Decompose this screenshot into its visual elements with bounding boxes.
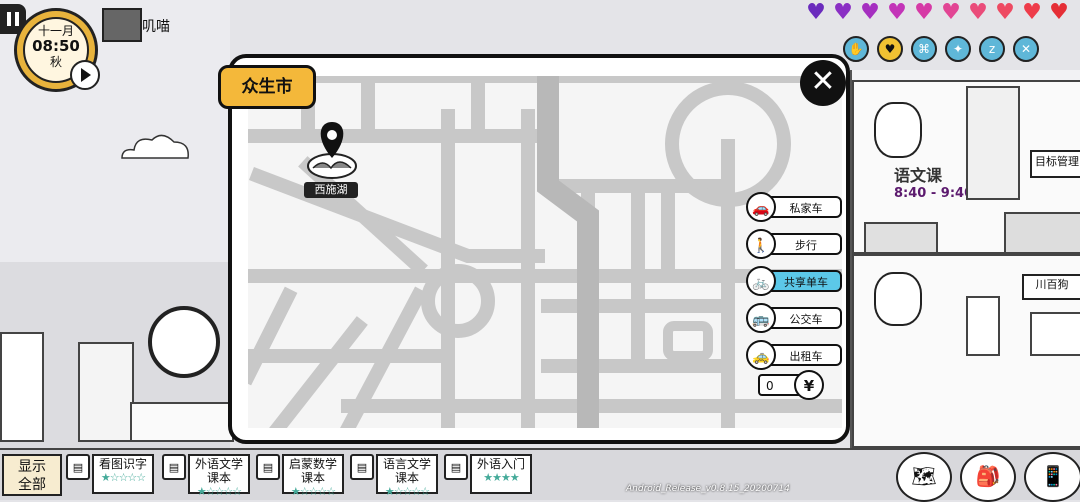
bed — [1004, 212, 1080, 254]
bike-icon: 🚲 — [746, 266, 776, 296]
hearts-bar: ♥ ♥ ♥ ♥ ♥ ♥ ♥ ♥ ♥ ♥ — [803, 0, 1072, 25]
player-name: 叽喵 — [142, 19, 170, 35]
heart-icon: ♥ — [860, 0, 880, 25]
book-card: 语言文学 课本 ★☆☆☆☆ — [376, 454, 438, 498]
map-icon: 🗺 — [911, 464, 937, 488]
yen-icon: ¥ — [794, 370, 824, 400]
wall-frame — [1030, 312, 1080, 356]
walk-icon: 🚶 — [746, 229, 776, 259]
cabinet — [0, 332, 44, 442]
heart-icon: ♥ — [941, 0, 961, 25]
city-name-tag: 众生市 — [218, 65, 316, 109]
round-window — [148, 306, 220, 378]
book-title: 外语入门 — [476, 457, 525, 471]
map-pin-icon[interactable] — [305, 118, 359, 180]
heart-icon: ♥ — [806, 0, 826, 25]
book-title: 看图识字 — [98, 457, 147, 471]
money-display: 0 ¥ — [758, 370, 824, 400]
book-stars: ★☆☆☆☆ — [100, 471, 146, 484]
book-card: 外语文学 课本 ★☆☆☆☆ — [188, 454, 250, 498]
status-icons: ✋ ♥ ⌘ ✦ z ✕ — [843, 36, 1039, 62]
play-speed-button[interactable] — [70, 60, 100, 90]
background-right: 语文课 8:40 - 9:40 目标管理 川百狗 — [850, 70, 1080, 450]
book-card: 看图识字 ★☆☆☆☆ — [92, 454, 154, 494]
book-title: 语言文学 课本 — [382, 457, 431, 485]
book-item[interactable]: ▤ 启蒙数学 课本 ★☆☆☆☆ — [256, 454, 344, 498]
car-icon: 🚗 — [746, 192, 776, 222]
play-icon — [81, 68, 91, 82]
heart-icon: ♥ — [995, 0, 1015, 25]
bus-icon: 🚌 — [746, 303, 776, 333]
phone-button[interactable]: 📱 — [1024, 452, 1080, 502]
sleep-icon[interactable]: z — [979, 36, 1005, 62]
book-item[interactable]: ▤ 语言文学 课本 ★☆☆☆☆ — [350, 454, 438, 498]
desks — [864, 222, 938, 254]
book-icon: ▤ — [444, 454, 468, 480]
transport-option[interactable]: 🚗 私家车 — [746, 192, 842, 222]
wall-scroll — [966, 296, 1000, 356]
transport-label: 共享单车 — [770, 270, 842, 292]
transport-label: 步行 — [770, 233, 842, 255]
book-stars: ★☆☆☆☆ — [290, 485, 336, 498]
lantern-2 — [874, 272, 922, 326]
transport-option[interactable]: 🚲 共享单车 — [746, 266, 842, 296]
phone-icon: 📱 — [1040, 464, 1066, 488]
book-icon: ▤ — [162, 454, 186, 480]
book-item[interactable]: ▤ 外语入门 ★★★★ — [444, 454, 532, 494]
book-card: 外语入门 ★★★★ — [470, 454, 532, 494]
avatar[interactable] — [102, 8, 142, 42]
class-name: 语文课 — [894, 166, 943, 185]
transport-label: 私家车 — [770, 196, 842, 218]
taxi-icon: 🚕 — [746, 340, 776, 370]
clock-time: 08:50 — [32, 37, 80, 55]
book-item[interactable]: ▤ 看图识字 ★☆☆☆☆ — [66, 454, 154, 494]
book-stars: ★★★★ — [483, 471, 519, 484]
book-icon: ▤ — [256, 454, 280, 480]
book-icon: ▤ — [66, 454, 90, 480]
backpack-icon: 🎒 — [975, 464, 1001, 488]
book-item[interactable]: ▤ 外语文学 课本 ★☆☆☆☆ — [162, 454, 250, 498]
utensils-icon[interactable]: ✕ — [1013, 36, 1039, 62]
map-button[interactable]: 🗺 — [896, 452, 952, 502]
curtain-window — [966, 86, 1020, 200]
heart-icon: ♥ — [1022, 0, 1042, 25]
book-stars: ★☆☆☆☆ — [384, 485, 430, 498]
handshake-icon[interactable]: ✋ — [843, 36, 869, 62]
transport-label: 公交车 — [770, 307, 842, 329]
cloud-icon — [121, 134, 189, 159]
lantern — [874, 102, 922, 158]
kitchen-counter — [130, 402, 234, 442]
heart-icon: ♥ — [887, 0, 907, 25]
shop-sign: 川百狗 — [1022, 274, 1080, 300]
heart-icon: ♥ — [833, 0, 853, 25]
book-title: 启蒙数学 课本 — [288, 457, 337, 485]
transport-label: 出租车 — [770, 344, 842, 366]
show-all-button[interactable]: 显示 全部 — [2, 454, 62, 496]
book-card: 启蒙数学 课本 ★☆☆☆☆ — [282, 454, 344, 498]
class-time: 8:40 - 9:40 — [894, 186, 974, 201]
book-title: 外语文学 课本 — [194, 457, 243, 485]
sparkle-icon[interactable]: ✦ — [945, 36, 971, 62]
clock-month: 十一月 — [37, 24, 74, 38]
version-label: Android_Release_v0.8.15_20200714 — [626, 484, 790, 494]
close-button[interactable]: ✕ — [800, 60, 846, 106]
book-stars: ★☆☆☆☆ — [196, 485, 242, 498]
book-icon: ▤ — [350, 454, 374, 480]
gamepad-icon[interactable]: ⌘ — [911, 36, 937, 62]
transport-option[interactable]: 🚶 步行 — [746, 229, 842, 259]
transport-option[interactable]: 🚕 出租车 — [746, 340, 842, 370]
heart-icon[interactable]: ♥ — [877, 36, 903, 62]
backpack-button[interactable]: 🎒 — [960, 452, 1016, 502]
room-left — [0, 262, 234, 448]
heart-icon: ♥ — [914, 0, 934, 25]
heart-icon: ♥ — [968, 0, 988, 25]
fridge — [78, 342, 134, 442]
classroom: 语文课 8:40 - 9:40 目标管理 — [852, 80, 1080, 254]
place-label[interactable]: 西施湖 — [304, 182, 358, 198]
shop-room: 川百狗 — [852, 254, 1080, 448]
heart-icon: ♥ — [1049, 0, 1069, 25]
goal-management-button[interactable]: 目标管理 — [1030, 150, 1080, 178]
transport-option[interactable]: 🚌 公交车 — [746, 303, 842, 333]
show-all-label: 显示 全部 — [18, 459, 46, 493]
